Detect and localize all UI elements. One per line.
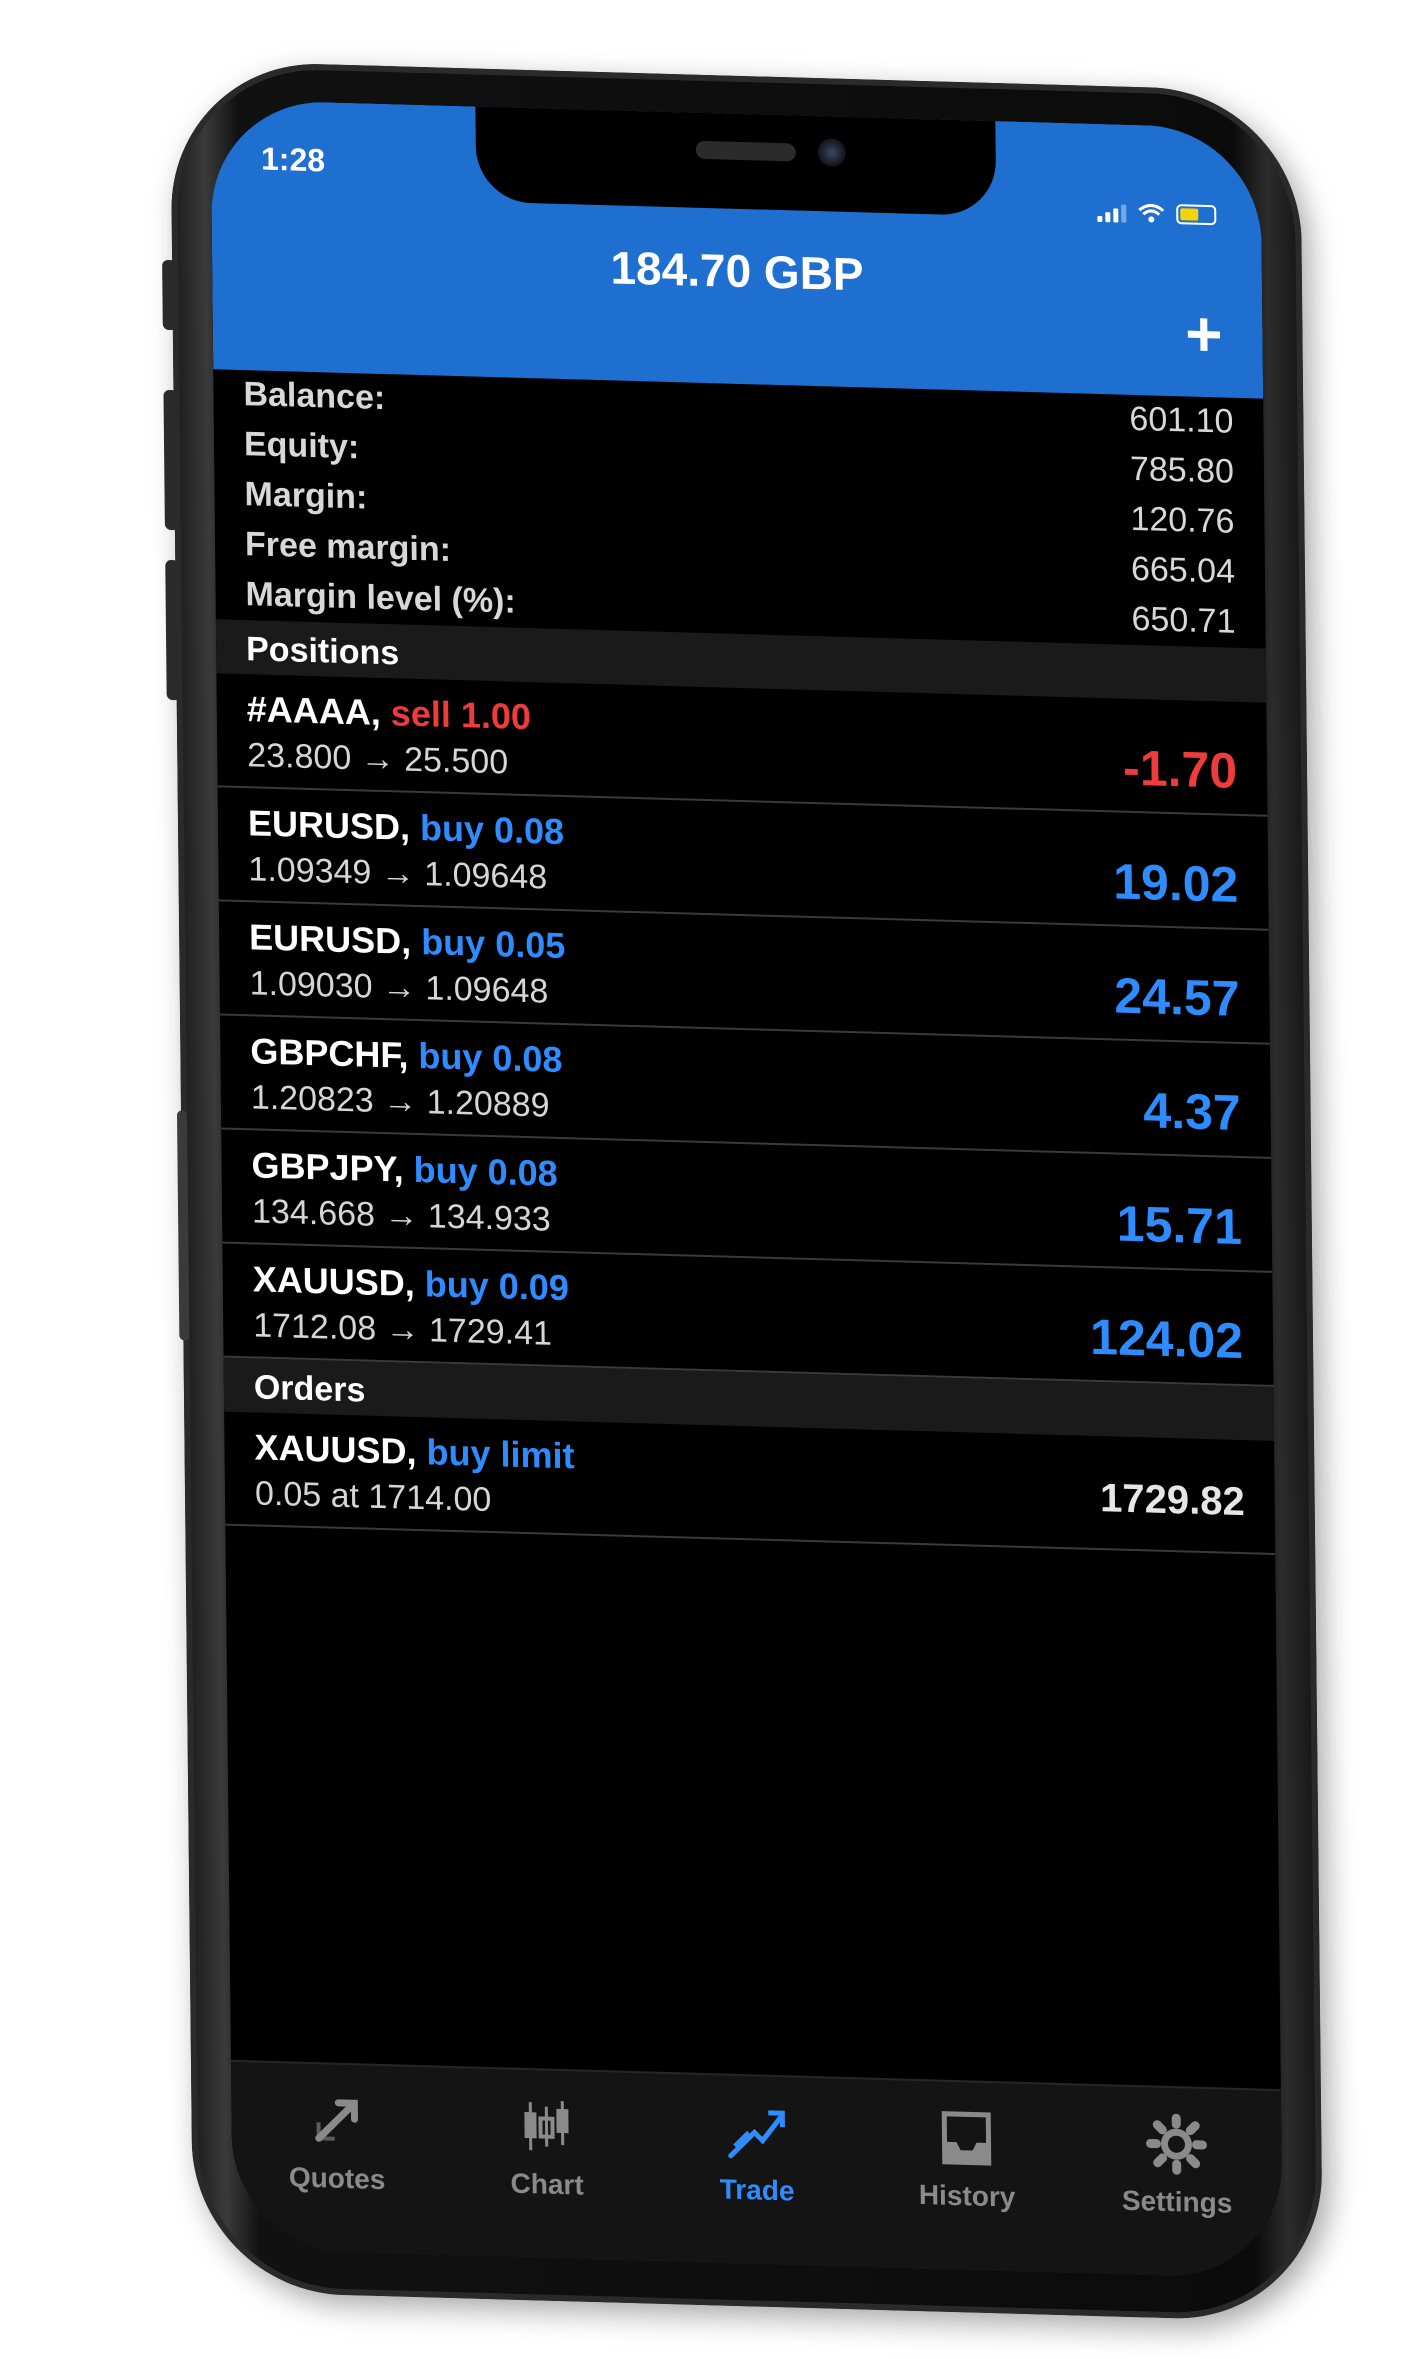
symbol-name: EURUSD, (247, 802, 411, 848)
account-balance-title: 184.70 GBP (610, 241, 864, 301)
phone-frame: 1:28 184.70 GBP + Balance: 601.10 Equity… (162, 60, 1324, 2323)
orders-title: Orders (253, 1368, 366, 1410)
symbol-line: XAUUSD, buy 0.09 (253, 1258, 570, 1309)
trade-icon (728, 2110, 785, 2159)
summary-label: Free margin: (244, 525, 452, 569)
price-range: 1712.08 → 1729.41 (253, 1306, 553, 1353)
symbol-name: GBPCHF, (250, 1030, 409, 1076)
positions-list: #AAAA, sell 1.00 23.800 → 25.500 -1.70 EURU… (216, 673, 1274, 1387)
profit-value: 15.71 (1116, 1195, 1243, 1256)
summary-label: Balance: (243, 375, 386, 418)
tab-trade[interactable]: Trade (666, 2098, 848, 2267)
summary-label: Margin: (244, 475, 368, 517)
trade-direction: buy 0.09 (424, 1263, 570, 1309)
symbol-name: XAUUSD, (254, 1426, 417, 1472)
status-icons (1097, 202, 1217, 226)
header-bar: 1:28 184.70 GBP + (210, 99, 1264, 399)
tab-label: Chart (510, 2167, 584, 2201)
volume-up-button (163, 389, 179, 531)
tab-label: Settings (1121, 2184, 1233, 2219)
volume-down-button (165, 559, 181, 701)
account-summary: Balance: 601.10 Equity: 785.80 Margin: 120.76… (213, 369, 1266, 648)
tab-chart[interactable]: Chart (456, 2092, 638, 2261)
symbol-line: EURUSD, buy 0.08 (248, 802, 565, 853)
silent-switch (162, 259, 177, 331)
front-camera (817, 138, 846, 167)
symbol-line: GBPCHF, buy 0.08 (250, 1030, 563, 1081)
summary-value: 601.10 (1129, 399, 1234, 441)
price-range: 1.20823 → 1.20889 (250, 1078, 550, 1125)
tab-label: History (918, 2179, 1016, 2213)
new-order-button[interactable]: + (1185, 297, 1223, 370)
bottom-tab-bar: Quotes Chart Trade History Settings (230, 2059, 1283, 2280)
summary-value: 665.04 (1130, 549, 1236, 591)
profit-value: 1729.82 (1099, 1476, 1245, 1525)
summary-label: Margin level (%): (245, 575, 516, 621)
summary-value: 785.80 (1129, 449, 1235, 491)
tab-label: Quotes (288, 2161, 386, 2196)
summary-value: 120.76 (1130, 499, 1235, 541)
profit-value: 24.57 (1114, 967, 1240, 1027)
tab-settings[interactable]: Settings (1086, 2110, 1268, 2279)
profit-value: 4.37 (1143, 1082, 1241, 1141)
trade-direction: buy limit (426, 1431, 575, 1477)
trade-content: Balance: 601.10 Equity: 785.80 Margin: 120.76… (213, 369, 1276, 1555)
symbol-name: GBPJPY, (251, 1144, 404, 1190)
tab-history[interactable]: History (876, 2104, 1058, 2273)
quotes-icon (315, 2099, 359, 2142)
trade-direction: buy 0.08 (413, 1148, 558, 1194)
price-range: 23.800 → 25.500 (247, 736, 509, 782)
profit-value: 19.02 (1112, 853, 1239, 913)
history-icon (941, 2111, 992, 2166)
profit-value: 124.02 (1089, 1308, 1244, 1370)
speaker-grille (695, 140, 796, 162)
price-range: 1.09349 → 1.09648 (248, 850, 548, 897)
profit-value: -1.70 (1122, 739, 1238, 799)
sim-tray (176, 1110, 190, 1341)
tab-quotes[interactable]: Quotes (246, 2086, 428, 2255)
summary-value: 650.71 (1131, 599, 1236, 641)
status-time: 1:28 (260, 140, 326, 179)
notch (475, 106, 997, 217)
price-range: 0.05 at 1714.00 (254, 1474, 492, 1520)
screen: 1:28 184.70 GBP + Balance: 601.10 Equity… (210, 99, 1283, 2280)
symbol-line: XAUUSD, buy limit (254, 1426, 574, 1477)
symbol-name: XAUUSD, (252, 1258, 415, 1304)
stage: 1:28 184.70 GBP + Balance: 601.10 Equity… (0, 0, 1425, 2359)
positions-title: Positions (245, 630, 400, 673)
symbol-name: EURUSD, (248, 916, 412, 962)
symbol-line: EURUSD, buy 0.05 (249, 916, 566, 967)
battery-icon (1176, 204, 1217, 226)
chart-icon (524, 2101, 569, 2151)
trade-direction: buy 0.05 (420, 921, 566, 967)
trade-direction: buy 0.08 (419, 807, 565, 853)
symbol-line: #AAAA, sell 1.00 (247, 688, 532, 738)
symbol-line: GBPJPY, buy 0.08 (251, 1144, 558, 1195)
price-range: 134.668 → 134.933 (251, 1192, 551, 1239)
symbol-name: #AAAA, (246, 688, 381, 733)
trade-direction: sell 1.00 (390, 692, 532, 738)
price-range: 1.09030 → 1.09648 (249, 964, 549, 1011)
settings-icon (1145, 2113, 1207, 2175)
trade-direction: buy 0.08 (418, 1034, 563, 1081)
cellular-signal-icon (1097, 202, 1127, 223)
summary-label: Equity: (243, 425, 360, 467)
wifi-icon (1138, 203, 1165, 223)
tab-label: Trade (719, 2173, 795, 2207)
